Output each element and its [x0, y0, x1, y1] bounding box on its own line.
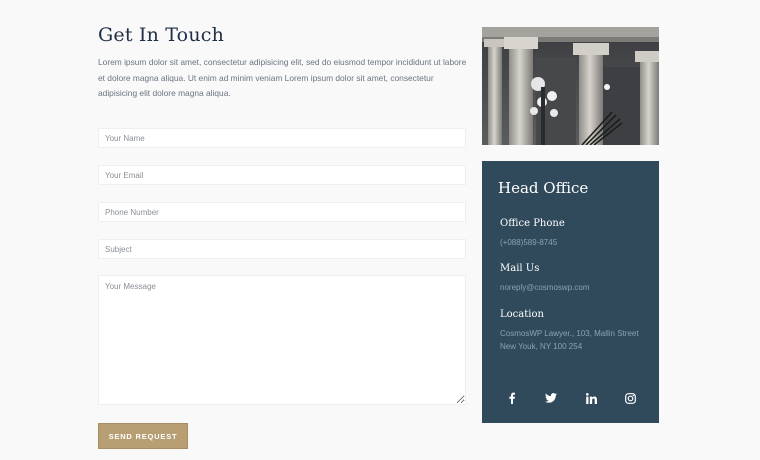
office-title: Head Office [498, 179, 589, 197]
head-office-panel: Head Office Office Phone (+088)589-8745 … [482, 161, 659, 423]
page-title: Get In Touch [98, 24, 225, 46]
instagram-icon[interactable] [622, 390, 638, 406]
address-line-1: CosmosWP Lawyer., 103, Mallin Street [500, 329, 639, 338]
send-request-button[interactable]: SEND REQUEST [98, 423, 188, 449]
office-phone-label: Office Phone [500, 218, 565, 229]
subject-input[interactable] [98, 239, 466, 259]
phone-input[interactable] [98, 202, 466, 222]
linkedin-icon[interactable] [583, 390, 599, 406]
intro-text: Lorem ipsum dolor sit amet, consectetur … [98, 57, 467, 98]
mail-label: Mail Us [500, 263, 540, 274]
location-label: Location [500, 309, 544, 320]
email-input[interactable] [98, 165, 466, 185]
twitter-icon[interactable] [543, 390, 559, 406]
mail-value: noreply@cosmoswp.com [500, 283, 590, 292]
courthouse-photo [482, 27, 659, 145]
office-phone-value: (+088)589-8745 [500, 238, 558, 247]
facebook-icon[interactable] [504, 390, 520, 406]
address-line-2: New Youk, NY 100 254 [500, 342, 583, 351]
name-input[interactable] [98, 128, 466, 148]
message-textarea[interactable] [98, 275, 466, 405]
